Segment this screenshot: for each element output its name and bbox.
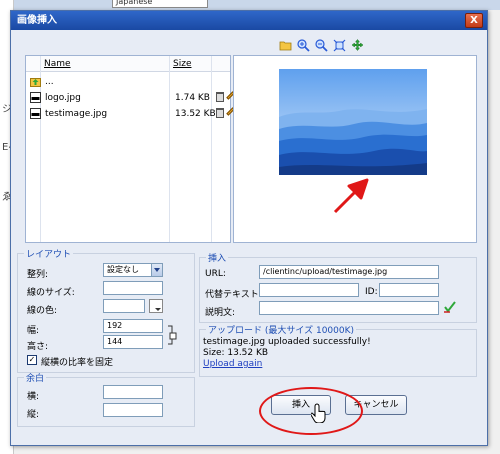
file-size: 1.74 KB [175,93,210,103]
language-select[interactable]: Japanese [112,0,208,8]
align-select-value: 設定なし [107,265,139,274]
check-spelling-icon[interactable] [443,300,457,314]
id-input[interactable] [379,283,439,297]
image-file-icon [30,92,41,103]
color-picker-button[interactable] [149,299,163,313]
file-list-header: Name Size [26,56,230,72]
close-button[interactable]: X [465,13,483,28]
margin-section: 余白 [17,371,195,427]
delete-icon[interactable] [216,108,224,118]
description-label: 説明文: [205,308,236,318]
alt-text-input[interactable] [259,283,359,297]
folder-icon[interactable] [279,39,292,52]
file-name: testimage.jpg [45,109,108,119]
insert-image-dialog: 画像挿入 X Name Size ... logo.jpg 1.74 KB te… [10,10,488,446]
horizontal-margin-label: 横: [27,392,40,402]
border-color-label: 線の色: [27,306,58,316]
alt-text-label: 代替テキスト: [205,290,262,300]
width-input[interactable]: 192 [103,319,163,333]
upload-message: testimage.jpg uploaded successfully! [203,337,371,347]
height-input[interactable]: 144 [103,335,163,349]
red-arrow-annotation [333,178,369,214]
horizontal-margin-input[interactable] [103,385,163,399]
border-size-input[interactable] [103,281,163,295]
fit-icon[interactable] [333,39,346,52]
file-name: logo.jpg [45,93,81,103]
zoom-in-icon[interactable] [297,39,310,52]
id-label: ID: [365,287,378,297]
insert-legend: 挿入 [208,254,227,264]
list-item[interactable]: ... [28,74,228,90]
folder-up-icon [30,78,41,87]
height-label: 高さ: [27,342,49,352]
margin-legend: 余白 [26,374,45,384]
move-icon[interactable] [351,39,364,52]
upload-legend: アップロード (最大サイズ 10000K) [208,326,355,336]
list-item[interactable]: logo.jpg 1.74 KB [28,90,235,106]
chevron-down-icon [151,264,162,276]
align-label: 整列: [27,270,49,280]
keep-ratio-label: 縦横の比率を固定 [41,358,114,368]
width-label: 幅: [27,326,40,336]
file-list: Name Size ... logo.jpg 1.74 KB testimage… [25,55,235,243]
file-name: ... [45,77,54,87]
file-size: 13.52 KB [175,109,216,119]
dialog-title: 画像挿入 [11,11,487,30]
zoom-out-icon[interactable] [315,39,328,52]
layout-legend: レイアウト [26,250,72,260]
preview-image [279,69,427,175]
red-circle-annotation [259,387,363,435]
size-column-header[interactable]: Size [173,59,191,69]
upload-size: Size: 13.52 KB [203,348,269,358]
delete-icon[interactable] [216,92,224,102]
list-item[interactable]: testimage.jpg 13.52 KB [28,106,235,122]
description-input[interactable] [259,301,439,315]
vertical-margin-input[interactable] [103,403,163,417]
border-size-label: 線のサイズ: [27,288,75,298]
background-window-top [0,0,500,10]
image-file-icon [30,108,41,119]
lock-ratio-icon[interactable] [167,323,177,347]
upload-again-link[interactable]: Upload again [203,359,262,369]
url-label: URL: [205,269,226,279]
url-input[interactable]: /clientinc/upload/testimage.jpg [259,265,439,279]
name-column-header[interactable]: Name [44,59,71,69]
keep-ratio-checkbox[interactable]: ✓ [27,355,37,365]
border-color-input[interactable] [103,299,145,313]
align-select[interactable]: 設定なし [103,263,163,277]
vertical-margin-label: 縦: [27,410,40,420]
